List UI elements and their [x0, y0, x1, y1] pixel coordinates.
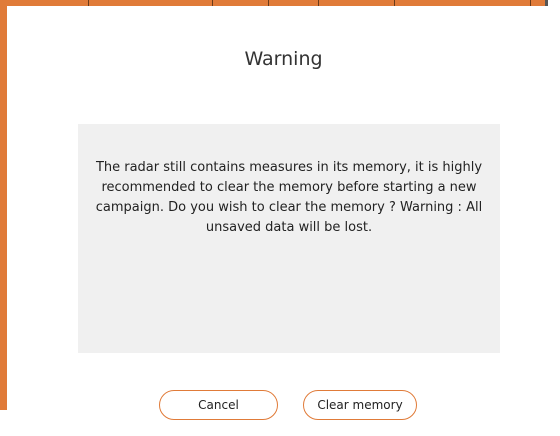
warning-message: The radar still contains measures in its… [95, 160, 483, 235]
dialog-title: Warning [244, 48, 323, 70]
clear-memory-button[interactable]: Clear memory [303, 390, 417, 420]
cancel-button[interactable]: Cancel [159, 390, 278, 420]
message-panel: The radar still contains measures in its… [78, 124, 500, 353]
warning-dialog: Warning The radar still contains measure… [7, 6, 560, 436]
app-window: Warning The radar still contains measure… [0, 0, 560, 436]
